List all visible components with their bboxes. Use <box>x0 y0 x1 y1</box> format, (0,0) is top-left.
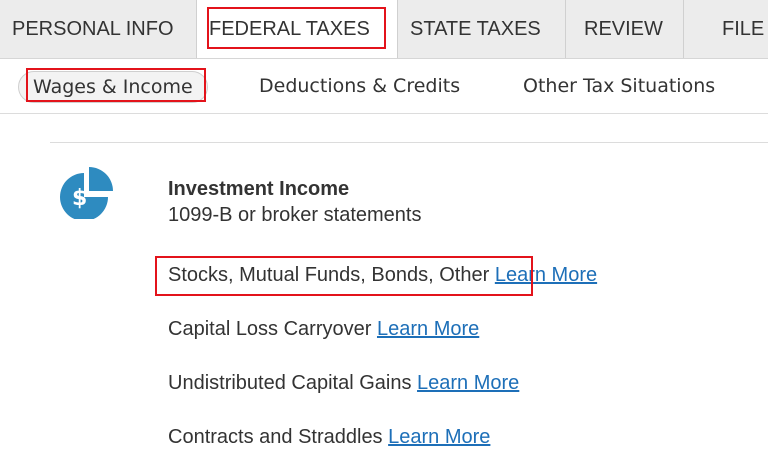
learn-more-link[interactable]: Learn More <box>388 426 490 448</box>
top-tab-bar: PERSONAL INFO FEDERAL TAXES STATE TAXES … <box>0 0 768 59</box>
learn-more-link[interactable]: Learn More <box>417 372 519 394</box>
pie-chart-dollar-icon: $ <box>58 165 116 221</box>
svg-text:$: $ <box>72 186 87 211</box>
subtab-wages-income[interactable]: Wages & Income <box>18 71 208 103</box>
tab-file[interactable]: FILE <box>684 0 768 58</box>
list-item: Capital Loss Carryover Learn More <box>168 318 479 341</box>
sub-tab-bar: Wages & Income Deductions & Credits Othe… <box>0 59 768 114</box>
tab-personal-info[interactable]: PERSONAL INFO <box>0 0 197 58</box>
section-title: Investment Income <box>168 178 350 200</box>
learn-more-link[interactable]: Learn More <box>377 318 479 340</box>
learn-more-link[interactable]: Learn More <box>495 264 597 286</box>
list-item: Contracts and Straddles Learn More <box>168 426 490 449</box>
subtab-other-tax-situations[interactable]: Other Tax Situations <box>523 71 715 101</box>
list-item: Stocks, Mutual Funds, Bonds, Other Learn… <box>168 264 597 287</box>
item-label[interactable]: Stocks, Mutual Funds, Bonds, Other <box>168 264 489 286</box>
list-item: Undistributed Capital Gains Learn More <box>168 372 519 395</box>
divider <box>50 142 768 143</box>
item-label[interactable]: Contracts and Straddles <box>168 426 383 448</box>
tab-state-taxes[interactable]: STATE TAXES <box>398 0 566 58</box>
tab-review[interactable]: REVIEW <box>566 0 684 58</box>
tab-federal-taxes[interactable]: FEDERAL TAXES <box>197 0 398 58</box>
item-label[interactable]: Capital Loss Carryover <box>168 318 371 340</box>
section-subtitle: 1099-B or broker statements <box>168 204 422 226</box>
item-label[interactable]: Undistributed Capital Gains <box>168 372 411 394</box>
subtab-deductions-credits[interactable]: Deductions & Credits <box>259 71 460 101</box>
